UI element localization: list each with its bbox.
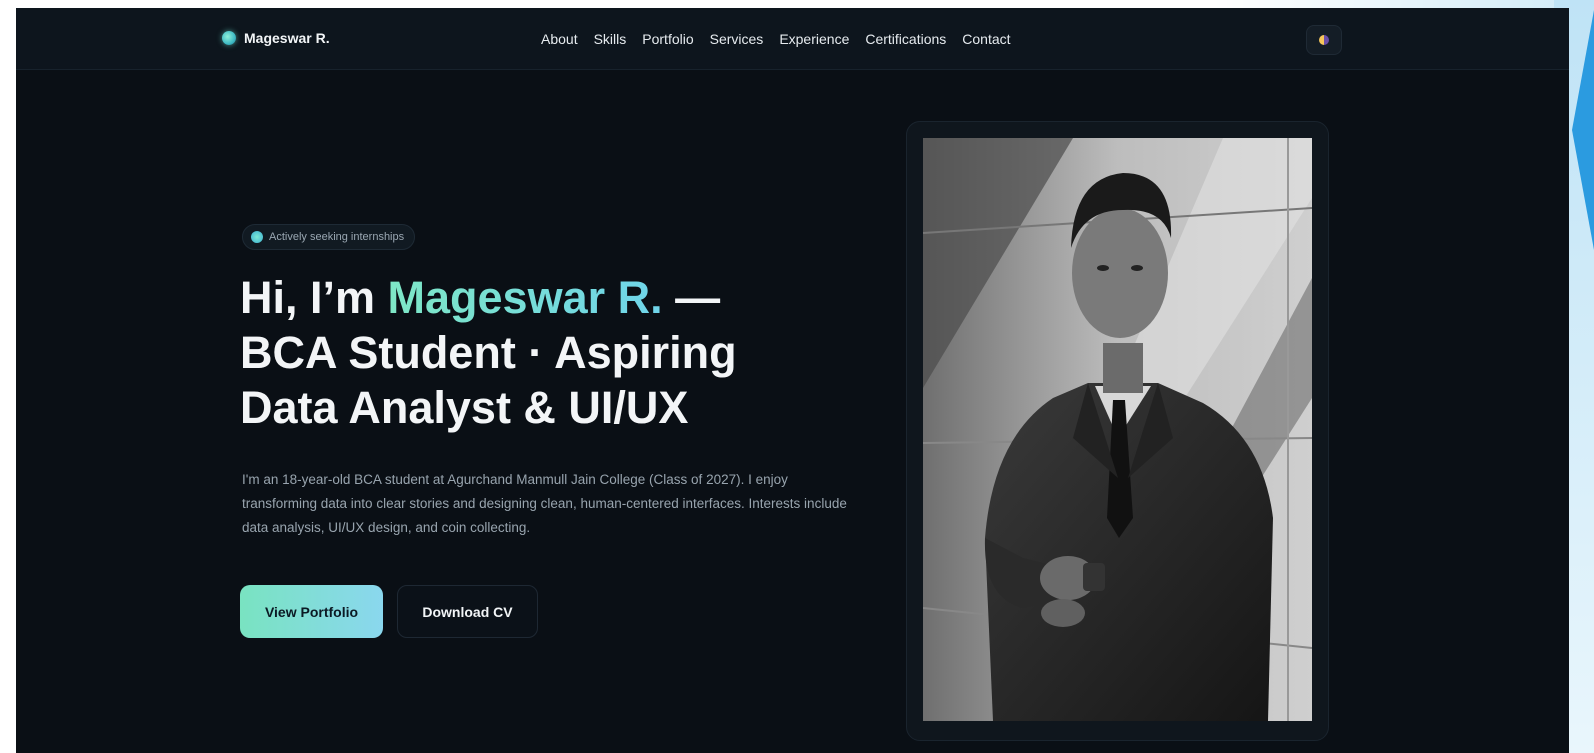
nav-link-about[interactable]: About [541, 31, 578, 47]
portrait-card [906, 121, 1329, 741]
slide-decoration-top [1214, 0, 1594, 8]
profile-photo [923, 138, 1312, 721]
headline-line-3: Data Analyst & UI/UX [240, 382, 689, 433]
brand[interactable]: Mageswar R. [222, 30, 330, 46]
nav-link-skills[interactable]: Skills [594, 31, 627, 47]
brand-logo-icon [222, 31, 236, 45]
headline-prefix: Hi, I’m [240, 272, 388, 323]
top-navigation: Mageswar R. About Skills Portfolio Servi… [16, 8, 1569, 70]
page-frame: Mageswar R. About Skills Portfolio Servi… [16, 8, 1569, 753]
nav-link-certifications[interactable]: Certifications [865, 31, 946, 47]
hero-headline: Hi, I’m Mageswar R. — BCA Student · Aspi… [240, 270, 880, 435]
nav-link-portfolio[interactable]: Portfolio [642, 31, 693, 47]
hero-description: I'm an 18-year-old BCA student at Agurch… [242, 472, 847, 535]
download-cv-button[interactable]: Download CV [397, 585, 538, 638]
headline-name: Mageswar R. [387, 272, 663, 323]
status-dot-icon [251, 231, 263, 243]
nav-link-contact[interactable]: Contact [962, 31, 1010, 47]
status-badge-text: Actively seeking internships [269, 231, 405, 243]
theme-toggle-button[interactable] [1306, 25, 1342, 55]
headline-line-2: BCA Student · Aspiring [240, 327, 737, 378]
nav-link-experience[interactable]: Experience [779, 31, 849, 47]
nav-link-services[interactable]: Services [710, 31, 764, 47]
status-badge: Actively seeking internships [242, 224, 416, 250]
nav-links: About Skills Portfolio Services Experien… [541, 31, 1011, 47]
theme-toggle-icon [1319, 35, 1329, 45]
headline-dash: — [662, 272, 721, 323]
profile-photo-illustration [923, 138, 1312, 721]
brand-name: Mageswar R. [244, 30, 330, 46]
view-portfolio-button[interactable]: View Portfolio [240, 585, 383, 638]
